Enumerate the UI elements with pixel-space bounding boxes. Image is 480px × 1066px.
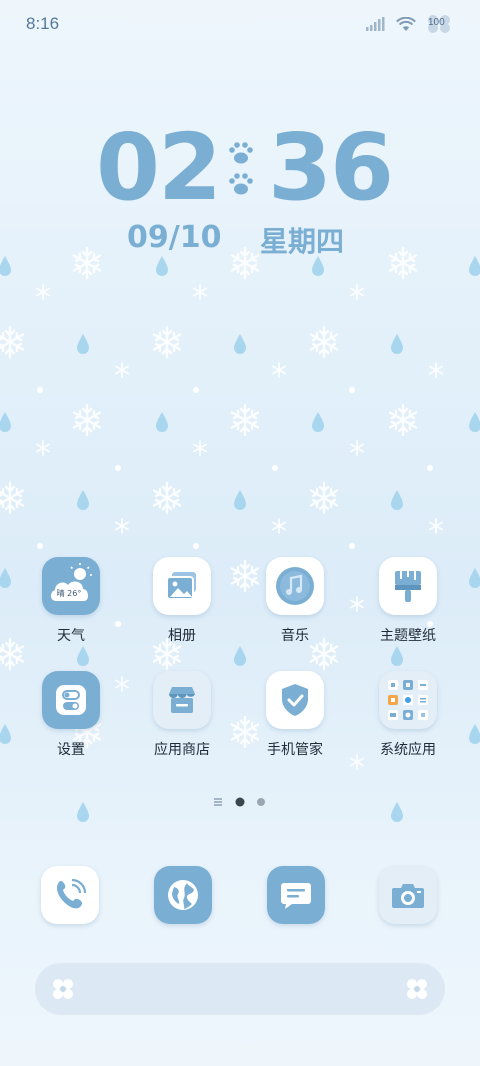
- app-music[interactable]: 音乐: [251, 557, 341, 667]
- phone-icon: [56, 878, 87, 909]
- brush-icon: [379, 557, 437, 615]
- music-icon: [266, 557, 324, 615]
- page-dot: [257, 798, 265, 806]
- weather-temp: 晴 26°: [57, 588, 82, 598]
- search-bar[interactable]: [35, 963, 445, 1015]
- settings-icon: [42, 671, 100, 729]
- weekday-text: 星期四: [260, 225, 345, 258]
- status-time: 8:16: [26, 14, 60, 33]
- app-store[interactable]: 应用商店: [138, 671, 228, 781]
- battery-icon: 100: [426, 14, 452, 34]
- app-weather[interactable]: 晴 26° 天气: [27, 557, 117, 667]
- dock-browser[interactable]: [154, 866, 212, 924]
- app-settings-label: 设置: [57, 742, 85, 758]
- app-music-label: 音乐: [281, 628, 309, 644]
- camera-icon: [392, 884, 424, 908]
- app-phone-manager-label: 手机管家: [267, 742, 323, 758]
- browser-icon: [168, 880, 198, 910]
- paw-icon: [229, 142, 253, 195]
- app-store-label: 应用商店: [154, 742, 210, 758]
- clock-hours: 02: [96, 114, 222, 221]
- app-phone-manager[interactable]: 手机管家: [251, 671, 341, 781]
- shield-icon: [266, 671, 324, 729]
- wifi-icon: [396, 16, 416, 31]
- weather-icon: 晴 26°: [42, 557, 100, 615]
- signal-icon: [366, 17, 385, 31]
- app-system-folder[interactable]: 系统应用: [364, 671, 454, 781]
- page-list-icon: [214, 798, 222, 806]
- gallery-icon: [153, 557, 211, 615]
- dock-camera[interactable]: [379, 866, 437, 924]
- clock-minutes: 36: [268, 114, 394, 221]
- app-gallery-label: 相册: [168, 628, 196, 644]
- right-flower-icon: [407, 979, 427, 999]
- left-flower-icon: [53, 979, 73, 999]
- app-themes-label: 主题壁纸: [380, 628, 436, 644]
- dock-phone[interactable]: [41, 866, 99, 924]
- messages-icon: [281, 883, 311, 909]
- app-weather-label: 天气: [57, 628, 85, 644]
- page-indicator[interactable]: [0, 794, 480, 810]
- clock-widget[interactable]: 02 36: [0, 118, 480, 218]
- app-gallery[interactable]: 相册: [138, 557, 228, 667]
- dock-messages[interactable]: [267, 866, 325, 924]
- app-system-folder-label: 系统应用: [380, 742, 436, 758]
- status-bar: 8:16 100: [0, 0, 480, 50]
- page-dot-active: [235, 797, 245, 807]
- store-icon: [153, 671, 211, 729]
- app-themes[interactable]: 主题壁纸: [364, 557, 454, 667]
- date-row: 09/10 星期四: [0, 220, 480, 260]
- app-settings[interactable]: 设置: [27, 671, 117, 781]
- date-text: 09/10: [127, 220, 222, 255]
- battery-level: 100: [428, 17, 445, 28]
- folder-icon: [379, 671, 437, 729]
